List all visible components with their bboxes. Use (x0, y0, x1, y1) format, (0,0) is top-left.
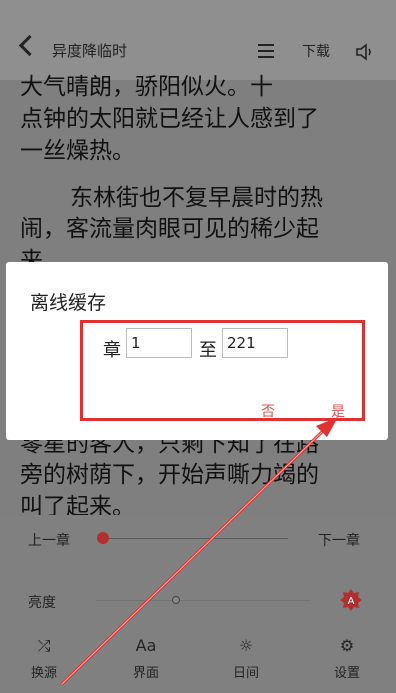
speaker-icon[interactable] (355, 42, 375, 62)
tab-change-source[interactable]: ⤮ 换源 (14, 636, 74, 681)
next-chapter-button[interactable]: 下一章 (318, 530, 360, 550)
brightness-thumb[interactable] (172, 596, 180, 604)
svg-text:A: A (348, 596, 355, 607)
tab-day-mode[interactable]: ☼ 日间 (216, 636, 276, 681)
text-line: 一丝燥热。 (20, 138, 135, 164)
chapter-progress-thumb[interactable] (97, 532, 109, 544)
prev-chapter-button[interactable]: 上一章 (28, 530, 70, 550)
tab-label: 换源 (30, 666, 57, 681)
tab-label: 日间 (232, 666, 259, 681)
chapter-label: 章 (103, 340, 121, 361)
sun-icon: ☼ (238, 636, 254, 655)
font-size-icon: Aa (135, 636, 157, 655)
to-label: 至 (199, 340, 217, 361)
tab-interface[interactable]: Aa 界面 (116, 636, 176, 681)
shuffle-icon: ⤮ (37, 636, 51, 655)
gear-icon: ⚙ (339, 636, 355, 655)
chapter-list-icon[interactable] (258, 44, 278, 62)
brightness-slider[interactable] (96, 600, 311, 601)
book-title: 异度降临时 (52, 42, 128, 60)
tab-label: 界面 (132, 666, 159, 681)
start-chapter-input[interactable]: 1 (126, 328, 192, 358)
yes-button[interactable]: 是 (331, 401, 345, 421)
download-button[interactable]: 下载 (302, 41, 330, 61)
back-arrow-icon[interactable] (18, 34, 41, 57)
end-chapter-input[interactable]: 221 (222, 328, 288, 358)
offline-cache-dialog: 离线缓存 章 1 至 221 否 是 (6, 262, 388, 440)
tab-settings[interactable]: ⚙ 设置 (317, 636, 377, 681)
dialog-title: 离线缓存 (30, 292, 107, 314)
tab-label: 设置 (333, 666, 360, 681)
brightness-label: 亮度 (28, 595, 56, 611)
chapter-progress-track[interactable] (101, 538, 288, 539)
no-button[interactable]: 否 (261, 401, 275, 421)
auto-brightness-icon[interactable]: A (339, 588, 363, 612)
